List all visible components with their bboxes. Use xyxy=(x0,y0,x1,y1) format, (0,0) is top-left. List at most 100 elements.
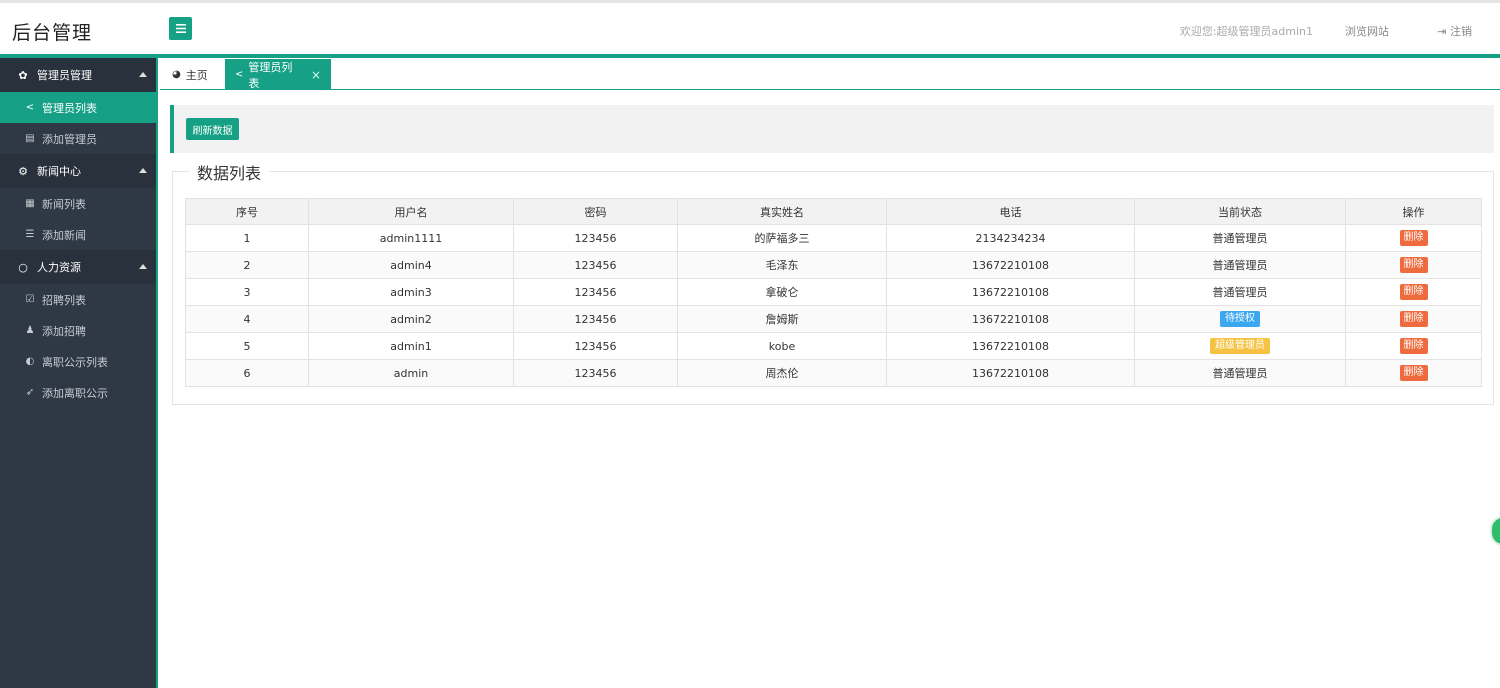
logout-link[interactable]: ⇥ 注销 xyxy=(1437,23,1472,39)
cell-realname: 詹姆斯 xyxy=(677,305,887,333)
cell-status: 待授权 xyxy=(1134,305,1346,333)
admin-table: 序号 用户名 密码 真实姓名 电话 当前状态 操作 1 admin1111 1234… xyxy=(185,198,1482,387)
cell-password: 123456 xyxy=(513,251,678,279)
tab-label: 管理员列表 xyxy=(248,60,293,90)
github-icon: ◐ xyxy=(25,356,35,367)
column-header: 操作 xyxy=(1345,198,1482,225)
refresh-data-button[interactable]: 刷新数据 xyxy=(186,118,239,140)
cell-password: 123456 xyxy=(513,278,678,306)
menu-toggle-button[interactable] xyxy=(169,17,192,40)
cell-realname: 周杰伦 xyxy=(677,359,887,387)
delete-button[interactable]: 删除 xyxy=(1399,311,1428,327)
sidebar-item-add-admin[interactable]: ▤ 添加管理员 xyxy=(0,123,156,154)
delete-button[interactable]: 删除 xyxy=(1399,230,1428,246)
floating-assistant-button[interactable] xyxy=(1490,516,1500,546)
cell-status: 普通管理员 xyxy=(1134,251,1346,279)
cell-username: admin3 xyxy=(308,278,514,306)
cell-password: 123456 xyxy=(513,332,678,360)
tab-admin-list[interactable]: < 管理员列表 × xyxy=(225,59,331,90)
cell-id: 2 xyxy=(185,251,309,279)
cell-id: 3 xyxy=(185,278,309,306)
table-row: 4 admin2 123456 詹姆斯 13672210108 待授权 删除 xyxy=(185,305,1482,333)
cell-username: admin1111 xyxy=(308,224,514,252)
circle-icon: ○ xyxy=(18,260,28,274)
hamburger-icon xyxy=(175,24,186,33)
sidebar-item-label: 添加新闻 xyxy=(42,228,86,242)
toolbar: 刷新数据 xyxy=(170,105,1494,153)
caret-up-icon xyxy=(139,264,147,269)
check-square-icon: ☑ xyxy=(25,294,35,305)
caret-up-icon xyxy=(139,168,147,173)
column-header: 当前状态 xyxy=(1134,198,1346,225)
sidebar-item-label: 添加离职公示 xyxy=(42,386,108,400)
delete-button[interactable]: 删除 xyxy=(1399,284,1428,300)
gears-icon: ⚙ xyxy=(18,164,28,178)
sidebar-item-add-news[interactable]: ☰ 添加新闻 xyxy=(0,219,156,250)
table-icon: ▦ xyxy=(25,198,35,209)
status-badge: 超级管理员 xyxy=(1210,338,1270,354)
cell-phone: 13672210108 xyxy=(886,278,1135,306)
status-badge: 普通管理员 xyxy=(1212,232,1268,245)
cell-status: 超级管理员 xyxy=(1134,332,1346,360)
table-row: 3 admin3 123456 拿破仑 13672210108 普通管理员 删除 xyxy=(185,278,1482,306)
sidebar-item-news-list[interactable]: ▦ 新闻列表 xyxy=(0,188,156,219)
sidebar-item-label: 添加管理员 xyxy=(42,132,97,146)
sidebar-group-label: 管理员管理 xyxy=(37,69,92,82)
cell-phone: 13672210108 xyxy=(886,251,1135,279)
sidebar-item-admin-list[interactable]: < 管理员列表 xyxy=(0,92,156,123)
column-header: 序号 xyxy=(185,198,309,225)
cell-phone: 13672210108 xyxy=(886,332,1135,360)
sidebar-item-add-resign[interactable]: ➶ 添加离职公示 xyxy=(0,377,156,408)
table-row: 2 admin4 123456 毛泽东 13672210108 普通管理员 删除 xyxy=(185,251,1482,279)
delete-button[interactable]: 删除 xyxy=(1399,365,1428,381)
cell-phone: 13672210108 xyxy=(886,305,1135,333)
sidebar-group-admin[interactable]: ✿ 管理员管理 xyxy=(0,58,156,92)
status-badge: 普通管理员 xyxy=(1212,367,1268,380)
table-body: 1 admin1111 123456 的萨福多三 2134234234 普通管理员 删除 2 a… xyxy=(185,224,1482,387)
tab-home[interactable]: ◕ 主页 xyxy=(162,59,224,90)
cubes-icon: ✿ xyxy=(18,68,28,82)
sidebar-item-add-recruit[interactable]: ♟ 添加招聘 xyxy=(0,315,156,346)
cell-status: 普通管理员 xyxy=(1134,224,1346,252)
cell-actions: 删除 xyxy=(1345,251,1482,279)
sidebar-item-recruit-list[interactable]: ☑ 招聘列表 xyxy=(0,284,156,315)
cell-phone: 13672210108 xyxy=(886,359,1135,387)
brand-title: 后台管理 xyxy=(12,22,93,44)
cell-realname: 拿破仑 xyxy=(677,278,887,306)
column-header: 用户名 xyxy=(308,198,514,225)
top-bar: 后台管理 欢迎您:超级管理员admin1 浏览网站 ⇥ 注销 xyxy=(0,0,1500,58)
sidebar-group-hr[interactable]: ○ 人力资源 xyxy=(0,250,156,284)
status-badge: 待授权 xyxy=(1220,311,1260,327)
table-row: 5 admin1 123456 kobe 13672210108 超级管理员 删除 xyxy=(185,332,1482,360)
share-icon: < xyxy=(25,102,35,113)
browse-site-link[interactable]: 浏览网站 xyxy=(1345,23,1389,39)
sidebar-item-label: 添加招聘 xyxy=(42,324,86,338)
paper-plane-icon: ➶ xyxy=(25,387,35,398)
cell-password: 123456 xyxy=(513,224,678,252)
cell-password: 123456 xyxy=(513,359,678,387)
form-icon: ▤ xyxy=(25,133,35,144)
column-header: 密码 xyxy=(513,198,678,225)
cell-actions: 删除 xyxy=(1345,278,1482,306)
logout-label: 注销 xyxy=(1450,25,1472,38)
close-icon[interactable]: × xyxy=(311,68,321,82)
cell-id: 5 xyxy=(185,332,309,360)
sidebar: ✿ 管理员管理 < 管理员列表 ▤ 添加管理员 ⚙ 新闻中心 ▦ 新闻列表 ☰ … xyxy=(0,58,158,688)
caret-up-icon xyxy=(139,72,147,77)
sidebar-item-resign-list[interactable]: ◐ 离职公示列表 xyxy=(0,346,156,377)
delete-button[interactable]: 删除 xyxy=(1399,257,1428,273)
table-row: 6 admin 123456 周杰伦 13672210108 普通管理员 删除 xyxy=(185,359,1482,387)
cell-realname: kobe xyxy=(677,332,887,360)
cell-username: admin1 xyxy=(308,332,514,360)
table-header-row: 序号 用户名 密码 真实姓名 电话 当前状态 操作 xyxy=(185,198,1482,225)
column-header: 真实姓名 xyxy=(677,198,887,225)
data-list-panel: 数据列表 序号 用户名 密码 真实姓名 电话 当前状态 操作 1 admin111… xyxy=(172,160,1494,405)
dashboard-icon: ◕ xyxy=(172,69,181,80)
delete-button[interactable]: 删除 xyxy=(1399,338,1428,354)
list-icon: ☰ xyxy=(25,229,35,240)
cell-actions: 删除 xyxy=(1345,305,1482,333)
sidebar-group-news[interactable]: ⚙ 新闻中心 xyxy=(0,154,156,188)
cell-actions: 删除 xyxy=(1345,359,1482,387)
table-row: 1 admin1111 123456 的萨福多三 2134234234 普通管理员 删除 xyxy=(185,224,1482,252)
cell-id: 4 xyxy=(185,305,309,333)
